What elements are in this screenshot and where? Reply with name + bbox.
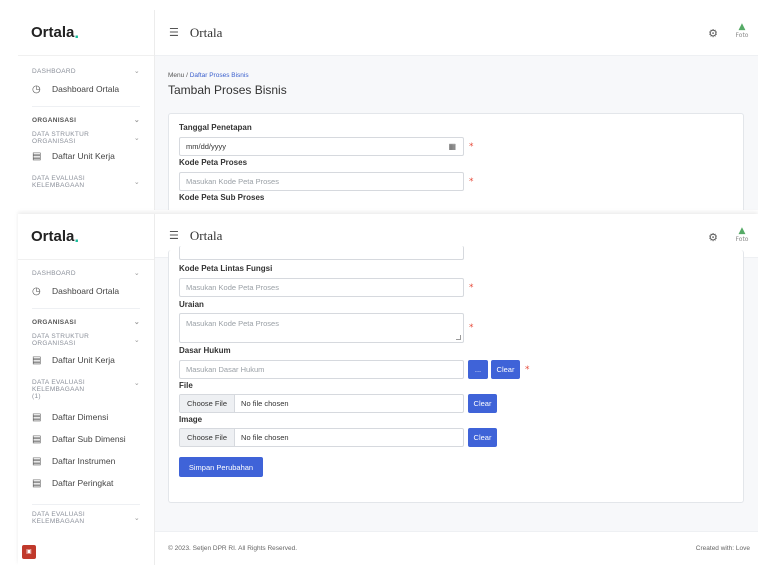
file-input[interactable]: Choose File No file chosen — [179, 394, 464, 413]
required-mark: * — [469, 141, 474, 152]
clear-dasar-button[interactable]: Clear — [491, 360, 520, 379]
sidebar-item-sub-dimensi[interactable]: ▤ Daftar Sub Dimensi — [18, 428, 154, 450]
main-content: ☰ Ortala ⚙ ▲ Foto Kode Peta Lintas Fungsi… — [155, 214, 758, 565]
browse-button[interactable]: ... — [468, 360, 488, 379]
menu-head-data-evaluasi[interactable]: DATA EVALUASI KELEMBAGAAN (1) ⌄ — [18, 379, 154, 400]
save-button[interactable]: Simpan Perubahan — [179, 457, 263, 477]
table-icon: ▤ — [32, 411, 42, 423]
table-icon: ▤ — [32, 477, 42, 489]
page-title: Tambah Proses Bisnis — [168, 83, 287, 97]
menu-head-data-evaluasi[interactable]: DATA EVALUASI KELEMBAGAAN ⌄ — [18, 175, 154, 189]
chevron-down-icon: ⌄ — [133, 380, 140, 387]
breadcrumb-link[interactable]: Daftar Proses Bisnis — [190, 72, 249, 79]
avatar[interactable]: ▲ Foto — [734, 226, 750, 245]
menu-head-data-evaluasi-2[interactable]: DATA EVALUASI KELEMBAGAAN ⌄ — [18, 511, 154, 525]
required-mark: * — [469, 323, 474, 333]
menu-head-data-struktur[interactable]: DATA STRUKTUR ORGANISASI ⌄ — [18, 333, 154, 347]
calendar-icon[interactable]: ▦ — [448, 142, 456, 151]
main-content: ☰ Ortala ⚙ ▲ Foto Menu / Daftar Proses Bi… — [155, 10, 758, 210]
required-mark: * — [469, 282, 474, 293]
menu-head-dashboard[interactable]: DASHBOARD ⌄ — [18, 266, 154, 280]
table-icon: ▤ — [32, 150, 42, 162]
clock-icon: ◷ — [32, 83, 41, 95]
form-card: Tanggal Penetapan mm/dd/yyyy ▦ * Kode Pet… — [168, 113, 744, 210]
form-card: Kode Peta Lintas Fungsi Masukan Kode Pet… — [168, 246, 744, 503]
menu-head-organisasi[interactable]: ORGANISASI ⌄ — [18, 315, 154, 329]
chevron-down-icon: ⌄ — [133, 135, 140, 142]
screen: Ortala. DASHBOARD ⌄ ◷ Dashboard Ortala ORG… — [0, 0, 758, 565]
breadcrumb: Menu / Daftar Proses Bisnis — [168, 72, 249, 79]
top-header: ☰ Ortala ⚙ ▲ Foto — [155, 10, 758, 56]
brand-logo[interactable]: Ortala. — [18, 10, 154, 56]
kode-sub-input[interactable] — [179, 246, 464, 260]
sidebar: Ortala. DASHBOARD ⌄ ◷ Dashboard Ortala ORG… — [18, 214, 155, 565]
menu-head-dashboard[interactable]: DASHBOARD ⌄ — [18, 64, 154, 78]
chevron-down-icon: ⌄ — [133, 68, 140, 75]
table-icon: ▤ — [32, 354, 42, 366]
avatar[interactable]: ▲ Foto — [734, 22, 750, 41]
file-status: No file chosen — [241, 399, 289, 408]
choose-file-button[interactable]: Choose File — [180, 395, 236, 412]
table-icon: ▤ — [32, 455, 42, 467]
chevron-down-icon: ⌄ — [133, 117, 140, 124]
brand-logo[interactable]: Ortala. — [18, 214, 154, 260]
kode-peta-input[interactable]: Masukan Kode Peta Proses — [179, 172, 464, 191]
label-dasar-hukum: Dasar Hukum — [179, 346, 231, 355]
sidebar-item-instrumen[interactable]: ▤ Daftar Instrumen — [18, 450, 154, 472]
clock-icon: ◷ — [32, 285, 41, 297]
clear-file-button[interactable]: Clear — [468, 394, 497, 413]
menu-icon[interactable]: ☰ — [169, 26, 179, 39]
required-mark: * — [525, 364, 530, 375]
label-uraian: Uraian — [179, 300, 204, 309]
image-input[interactable]: Choose File No file chosen — [179, 428, 464, 447]
copyright-text: © 2023. Setjen DPR RI. All Rights Reserv… — [168, 545, 298, 552]
label-file: File — [179, 381, 193, 390]
app-badge-icon[interactable]: ▣ — [22, 545, 36, 559]
footer: © 2023. Setjen DPR RI. All Rights Reserv… — [155, 531, 758, 565]
menu-icon[interactable]: ☰ — [169, 229, 179, 242]
sidebar-item-unit-kerja[interactable]: ▤ Daftar Unit Kerja — [18, 145, 154, 167]
chevron-down-icon: ⌄ — [133, 337, 140, 344]
chevron-down-icon: ⌄ — [133, 179, 140, 186]
tanggal-input[interactable]: mm/dd/yyyy ▦ — [179, 137, 464, 156]
gear-icon[interactable]: ⚙ — [708, 231, 718, 244]
header-title: Ortala — [189, 24, 223, 40]
left-gutter — [0, 0, 18, 565]
chevron-down-icon: ⌄ — [133, 270, 140, 277]
window-foreground: Ortala. DASHBOARD ⌄ ◷ Dashboard Ortala ORG… — [18, 214, 758, 565]
gear-icon[interactable]: ⚙ — [708, 27, 718, 40]
sidebar-item-unit-kerja[interactable]: ▤ Daftar Unit Kerja — [18, 349, 154, 371]
header-title: Ortala — [189, 227, 223, 243]
chevron-down-icon: ⌄ — [133, 319, 140, 326]
sidebar-item-peringkat[interactable]: ▤ Daftar Peringkat — [18, 472, 154, 494]
table-icon: ▤ — [32, 433, 42, 445]
menu-head-organisasi[interactable]: ORGANISASI ⌄ — [18, 113, 154, 127]
sidebar-item-dimensi[interactable]: ▤ Daftar Dimensi — [18, 406, 154, 428]
choose-image-button[interactable]: Choose File — [180, 429, 236, 446]
clear-image-button[interactable]: Clear — [468, 428, 497, 447]
label-kode-sub: Kode Peta Sub Proses — [179, 193, 265, 202]
label-lintas: Kode Peta Lintas Fungsi — [179, 264, 273, 273]
chevron-down-icon: ⌄ — [133, 515, 140, 522]
credit-text: Created with: Love — [695, 545, 750, 552]
label-tanggal: Tanggal Penetapan — [179, 123, 252, 132]
dasar-hukum-input[interactable]: Masukan Dasar Hukum — [179, 360, 464, 379]
sidebar-item-dashboard[interactable]: ◷ Dashboard Ortala — [18, 280, 154, 302]
label-kode-peta: Kode Peta Proses — [179, 158, 248, 167]
uraian-textarea[interactable]: Masukan Kode Peta Proses — [179, 313, 464, 343]
required-mark: * — [469, 176, 474, 187]
sidebar-item-dashboard[interactable]: ◷ Dashboard Ortala — [18, 78, 154, 100]
window-background: Ortala. DASHBOARD ⌄ ◷ Dashboard Ortala ORG… — [18, 10, 758, 210]
menu-head-data-struktur[interactable]: DATA STRUKTUR ORGANISASI ⌄ — [18, 131, 154, 145]
sidebar: Ortala. DASHBOARD ⌄ ◷ Dashboard Ortala ORG… — [18, 10, 155, 210]
label-image: Image — [179, 415, 203, 424]
lintas-input[interactable]: Masukan Kode Peta Proses — [179, 278, 464, 297]
image-status: No file chosen — [241, 433, 289, 442]
